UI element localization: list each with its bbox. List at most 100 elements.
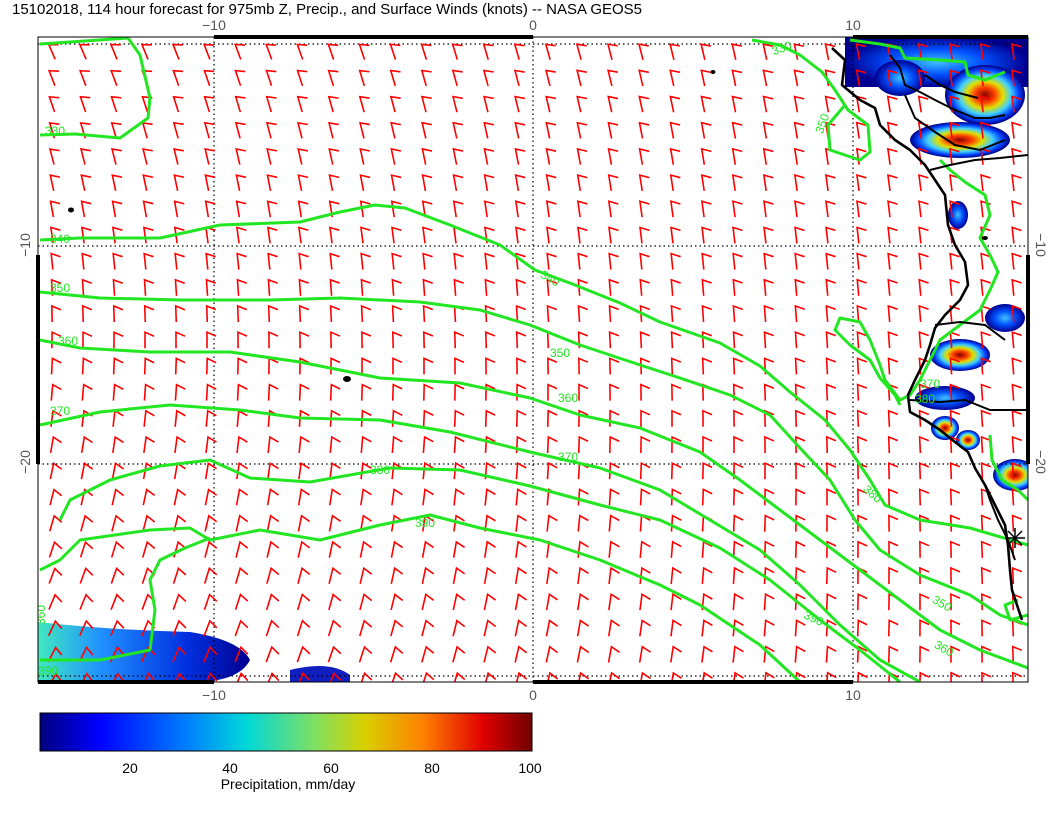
- wind-barb: [732, 514, 744, 532]
- wind-barb: [1011, 435, 1022, 454]
- wind-barb: [1011, 252, 1022, 270]
- wind-barb: [980, 383, 991, 401]
- wind-barb: [298, 252, 309, 270]
- wind-barb: [327, 645, 342, 663]
- top-axis: −10 0 10: [202, 17, 861, 33]
- colorbar: 20 40 60 80 100 Precipitation, mm/day: [39, 712, 542, 792]
- wind-barb: [358, 69, 370, 87]
- wind-barb: [887, 200, 898, 218]
- wind-barb: [421, 619, 435, 637]
- wind-barb: [793, 121, 805, 139]
- wind-barb: [918, 226, 929, 244]
- wind-barb: [732, 331, 744, 349]
- island-marker: [710, 70, 716, 74]
- wind-barb: [483, 95, 494, 113]
- wind-barb: [203, 95, 215, 113]
- wind-barb: [204, 488, 218, 506]
- wind-barb: [795, 488, 806, 506]
- wind-barb: [513, 69, 525, 87]
- wind-barb: [113, 330, 124, 349]
- wind-barb: [204, 514, 218, 532]
- wind-barb: [143, 383, 155, 401]
- wind-barb: [143, 252, 154, 270]
- wind-barb: [173, 514, 187, 532]
- wind-barb: [174, 278, 185, 296]
- wind-barb: [297, 566, 311, 584]
- wind-barb: [483, 619, 497, 637]
- wind-barb: [515, 488, 527, 506]
- wind-barb: [918, 435, 930, 454]
- wind-barb: [856, 252, 867, 270]
- wind-barb: [670, 278, 681, 296]
- wind-barb: [1011, 173, 1022, 192]
- wind-barb: [980, 409, 991, 427]
- wind-barb: [82, 330, 93, 349]
- wind-barb: [297, 514, 311, 532]
- wind-barb: [793, 147, 805, 165]
- wind-barb: [514, 174, 526, 192]
- wind-barb: [112, 357, 124, 375]
- wind-barb: [297, 174, 309, 192]
- wind-barb: [607, 95, 619, 113]
- wind-barb: [174, 304, 186, 323]
- wind-barb: [949, 278, 960, 296]
- right-axis: −10 −20: [1033, 233, 1049, 474]
- wind-barb: [515, 514, 527, 532]
- wind-barb: [451, 43, 463, 60]
- wind-barb: [234, 619, 249, 637]
- wind-barb: [577, 566, 589, 585]
- wind-barb: [142, 461, 156, 480]
- wind-barb: [609, 383, 620, 401]
- wind-barb: [143, 435, 155, 454]
- wind-barb: [794, 200, 805, 218]
- wind-barb: [918, 173, 929, 192]
- wind-barb: [856, 619, 868, 637]
- wind-barb: [732, 540, 744, 558]
- wind-barb: [763, 278, 774, 296]
- wind-barb: [887, 645, 899, 663]
- wind-barb: [111, 514, 125, 532]
- wind-barb: [918, 304, 929, 323]
- wind-barb: [299, 330, 310, 349]
- wind-barb: [514, 592, 528, 611]
- wind-barb: [390, 566, 404, 584]
- wind-barb: [298, 461, 310, 480]
- wind-barb: [453, 435, 465, 454]
- contour-label: 360: [932, 637, 957, 659]
- contour-label: 350: [550, 346, 570, 360]
- top-tick-label: 0: [529, 17, 537, 33]
- wind-barb: [359, 174, 371, 192]
- wind-barb: [762, 69, 774, 87]
- wind-barb: [81, 357, 93, 375]
- wind-barb: [793, 173, 805, 192]
- wind-barb: [171, 43, 183, 60]
- wind-barb: [330, 357, 341, 375]
- wind-barb: [360, 252, 371, 270]
- wind-barb: [607, 619, 620, 637]
- wind-barb: [49, 174, 61, 191]
- wind-barb: [856, 304, 867, 323]
- wind-barb: [545, 619, 559, 637]
- wind-barb: [265, 593, 280, 611]
- wind-barb: [544, 69, 556, 87]
- wind-barb: [296, 95, 308, 113]
- wind-barb: [639, 540, 651, 558]
- wind-barb: [452, 147, 464, 165]
- wind-barb: [110, 540, 125, 558]
- wind-barb: [700, 121, 712, 139]
- wind-barb: [359, 593, 373, 611]
- wind-barb: [888, 566, 899, 585]
- wind-barb: [701, 304, 712, 323]
- wind-barb: [265, 95, 277, 113]
- wind-barb: [702, 435, 713, 454]
- wind-barb: [266, 147, 278, 165]
- wind-barb: [887, 409, 899, 427]
- wind-barb: [701, 226, 712, 244]
- wind-barb: [327, 69, 339, 87]
- wind-barb: [50, 252, 61, 270]
- wind-barb: [390, 174, 402, 192]
- wind-barb: [389, 95, 401, 113]
- border-line: [984, 484, 1016, 561]
- wind-barb: [576, 69, 587, 87]
- wind-barb: [266, 566, 280, 584]
